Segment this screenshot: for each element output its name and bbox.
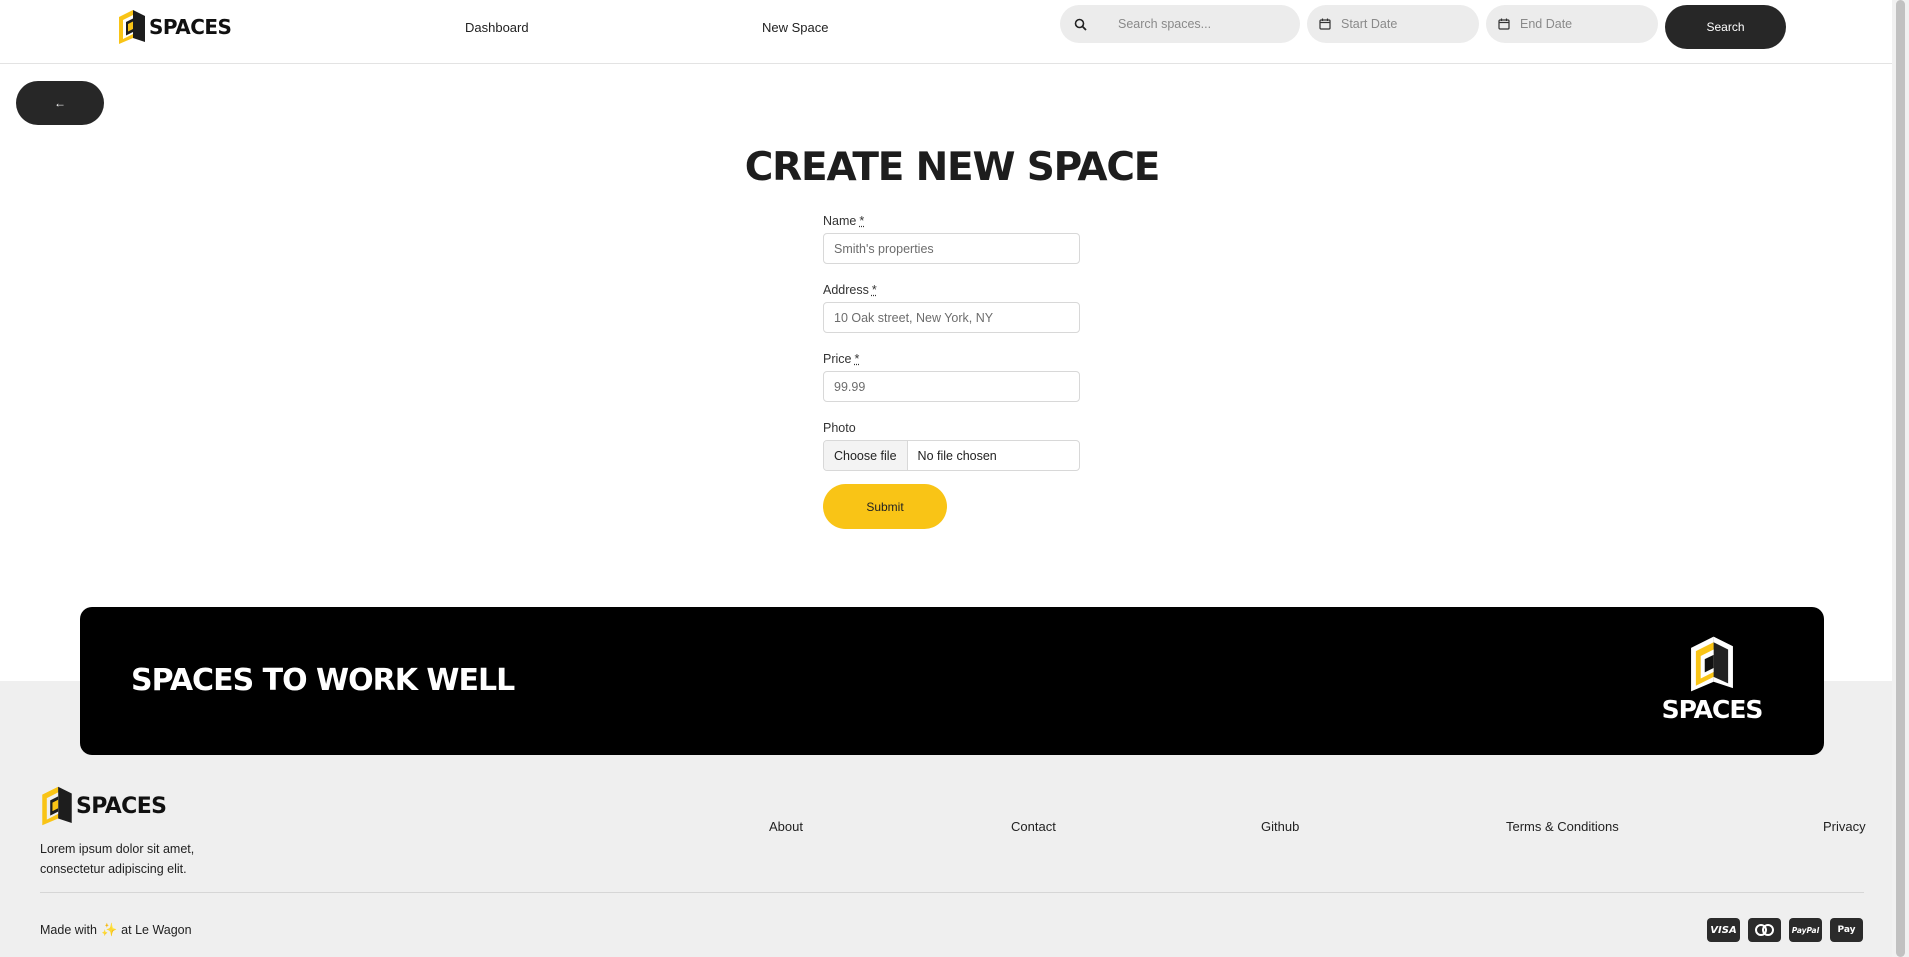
footer-made-with: Made with ✨ at Le Wagon [40,922,192,938]
sparkle-icon: ✨ [100,922,118,937]
apple-pay-icon: Pay [1830,918,1863,942]
start-date-placeholder: Start Date [1341,17,1398,31]
address-input[interactable]: 10 Oak street, New York, NY [823,302,1080,333]
nav-dashboard-link[interactable]: Dashboard [465,20,529,35]
payment-icons: VISA PayPal Pay [1707,918,1863,942]
banner-title: SPACES TO WORK WELL [131,663,515,698]
spaces-logo-icon [1691,636,1733,692]
brand-text: SPACES [149,15,232,39]
name-input[interactable]: Smith's properties [823,233,1080,264]
made-prefix: Made with [40,923,97,937]
required-mark: * [859,214,865,228]
address-label: Address * [823,283,877,297]
footer-description: Lorem ipsum dolor sit amet, consectetur … [40,842,195,876]
mastercard-icon [1748,918,1781,942]
required-mark: * [854,352,860,366]
banner-logo: SPACES [1650,635,1774,724]
search-button[interactable]: Search [1665,5,1786,49]
footer-privacy-link[interactable]: Privacy [1823,819,1866,834]
page-title: CREATE NEW SPACE [744,145,1161,190]
calendar-icon [1317,16,1333,32]
file-status: No file chosen [917,448,997,463]
photo-file-input[interactable]: Choose file No file chosen [823,440,1080,471]
end-date-placeholder: End Date [1520,17,1573,31]
scrollbar[interactable] [1892,0,1909,957]
price-label: Price * [823,352,860,366]
banner-logo-text: SPACES [1661,695,1764,724]
price-input[interactable]: 99.99 [823,371,1080,402]
spaces-logo-icon [42,786,72,826]
promo-banner: SPACES TO WORK WELL SPACES [80,607,1824,755]
footer-terms-link[interactable]: Terms & Conditions [1506,819,1619,834]
search-placeholder: Search spaces... [1118,17,1212,31]
footer-brand-logo[interactable]: SPACES [40,785,167,827]
spaces-logo-icon [119,10,145,44]
search-input[interactable]: Search spaces... [1060,5,1300,43]
scrollbar-thumb[interactable] [1896,0,1905,957]
nav-new-space-link[interactable]: New Space [762,20,828,35]
photo-label: Photo [823,421,856,435]
name-label: Name * [823,214,865,228]
new-space-form: Name * Smith's properties Address * 10 Oak… [823,214,1080,529]
submit-button[interactable]: Submit [823,484,947,529]
brand-logo[interactable]: SPACES [117,9,232,45]
back-button[interactable]: ← [16,81,104,125]
footer-divider [40,892,1864,893]
choose-file-button[interactable]: Choose file [824,441,908,470]
visa-icon: VISA [1707,918,1740,942]
calendar-icon [1496,16,1512,32]
footer-contact-link[interactable]: Contact [1011,819,1056,834]
start-date-input[interactable]: Start Date [1307,5,1479,43]
required-mark: * [871,283,877,297]
footer-about-link[interactable]: About [769,819,803,834]
made-suffix: at Le Wagon [121,923,192,937]
footer-github-link[interactable]: Github [1261,819,1299,834]
navbar: SPACES Dashboard New Space Search spaces… [0,0,1892,64]
paypal-icon: PayPal [1789,918,1822,942]
footer-brand-text: SPACES [76,793,167,819]
search-icon [1072,16,1088,32]
end-date-input[interactable]: End Date [1486,5,1658,43]
